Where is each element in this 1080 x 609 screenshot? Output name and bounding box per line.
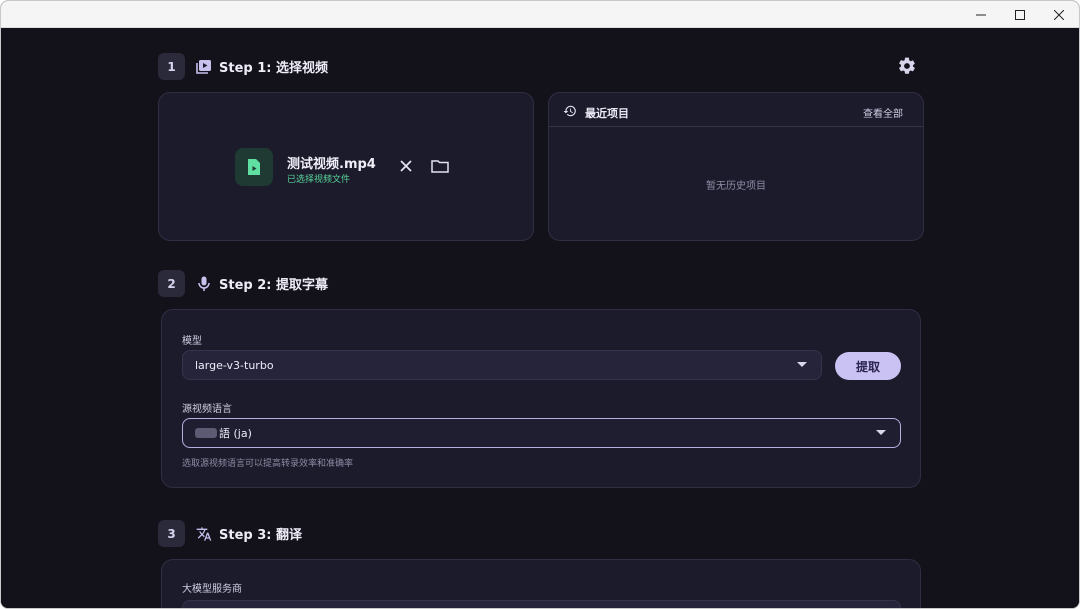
minimize-icon [976,14,986,15]
video-library-icon [195,58,213,76]
source-language-label: 源视频语言 [182,404,232,415]
chevron-down-icon [876,430,886,435]
source-language-select[interactable]: 語 (ja) [182,418,901,448]
translate-icon [195,525,213,543]
settings-button[interactable] [895,54,919,78]
recent-projects-card: 最近项目 查看全部 暂无历史项目 [548,92,924,241]
maximize-icon [1015,9,1025,20]
minimize-button[interactable] [961,1,1001,28]
source-language-helper: 选取源视频语言可以提高转录效率和准确率 [182,459,354,469]
open-folder-button[interactable] [429,155,451,177]
gear-icon [899,57,915,74]
view-all-link[interactable]: 查看全部 [863,105,903,120]
source-language-value: 語 (ja) [219,427,252,440]
recent-empty-text: 暂无历史项目 [706,181,766,192]
microphone-icon [195,275,213,293]
main-content: 1 Step 1: 选择视频 测试视频.mp4 已选择视频文件 最近项目 查看全… [1,28,1079,608]
blurred-text [195,428,217,438]
app-window: 1 Step 1: 选择视频 测试视频.mp4 已选择视频文件 最近项目 查看全… [0,0,1080,609]
step3-number: 3 [158,520,185,547]
chevron-down-icon [797,362,807,367]
translation-card: 大模型服务商 [161,559,921,608]
close-icon [400,160,412,172]
step1-header: 1 Step 1: 选择视频 [158,53,328,80]
llm-provider-select[interactable] [182,600,901,608]
maximize-button[interactable] [1000,1,1040,28]
history-icon [563,103,577,122]
file-name: 测试视频.mp4 [287,157,376,172]
close-button[interactable] [1039,1,1079,28]
step2-header: 2 Step 2: 提取字幕 [158,270,328,297]
extract-button[interactable]: 提取 [835,352,901,380]
step2-title: Step 2: 提取字幕 [219,278,328,293]
model-select-value: large-v3-turbo [195,358,274,372]
file-status: 已选择视频文件 [287,175,351,185]
step3-title: Step 3: 翻译 [219,528,302,543]
model-select[interactable]: large-v3-turbo [182,350,822,380]
extract-subtitles-card: 模型 large-v3-turbo 提取 源视频语言 語 (ja) 选取源视频语… [161,309,921,488]
step1-number: 1 [158,53,185,80]
step3-header: 3 Step 3: 翻译 [158,520,302,547]
title-bar [1,1,1079,28]
video-file-icon [235,148,273,186]
model-label: 模型 [182,336,202,347]
folder-icon [431,160,449,173]
step1-title: Step 1: 选择视频 [219,61,328,76]
recent-projects-header: 最近项目 查看全部 [549,93,923,127]
step2-number: 2 [158,270,185,297]
recent-projects-title: 最近项目 [585,107,629,120]
close-icon [1054,9,1064,20]
llm-provider-label: 大模型服务商 [182,584,242,595]
clear-file-button[interactable] [395,155,417,177]
video-file-card[interactable]: 测试视频.mp4 已选择视频文件 [158,92,534,241]
